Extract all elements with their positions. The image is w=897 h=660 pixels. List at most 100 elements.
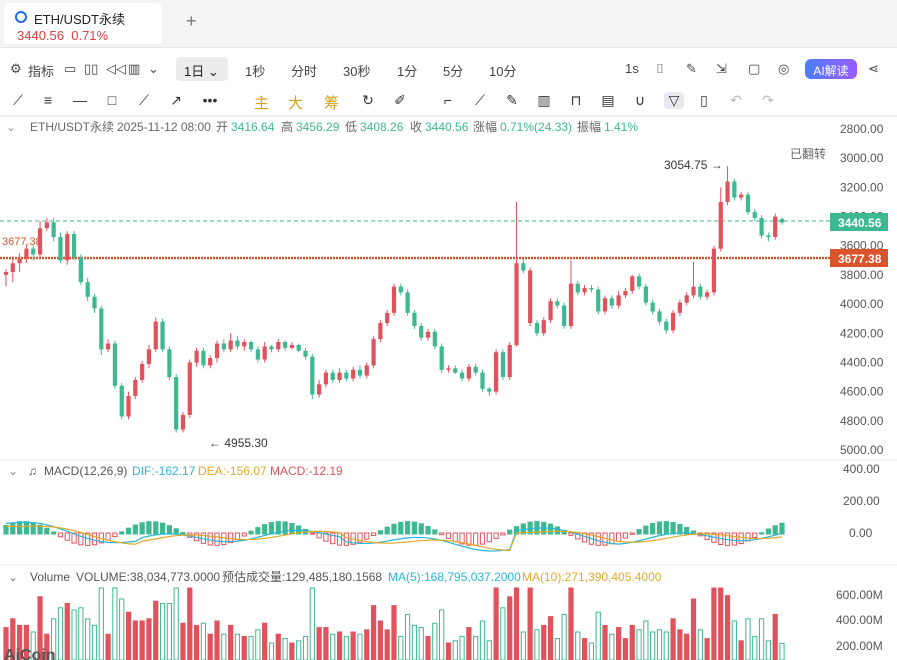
- volume-bar: [193, 624, 200, 660]
- add-tab-button[interactable]: +: [186, 11, 197, 32]
- volume-bar: [78, 607, 84, 660]
- note-icon[interactable]: ▤: [598, 92, 618, 109]
- kline-chart[interactable]: ⌄ ETH/USDT永续 2025-11-12 08:00 开 3416.64 …: [0, 117, 897, 660]
- info-low: 3408.26: [360, 120, 404, 134]
- macd-bar: [241, 532, 247, 537]
- macd-bar: [146, 521, 152, 535]
- anchor-icon[interactable]: ⌐: [438, 92, 458, 108]
- bell-icon[interactable]: ♫: [28, 464, 37, 478]
- ray-icon[interactable]: ⟋: [134, 92, 154, 109]
- candle-body: [548, 301, 553, 321]
- macd-bar: [758, 532, 765, 535]
- undo-icon[interactable]: ↶: [726, 92, 746, 109]
- chips-button[interactable]: 筹: [324, 92, 339, 113]
- arrow-line-icon[interactable]: ↗: [166, 92, 186, 109]
- interval-1s-short[interactable]: 1s: [625, 61, 639, 76]
- volume-bar: [745, 618, 751, 660]
- candles-icon[interactable]: ▥: [534, 92, 554, 109]
- hline-icon[interactable]: —: [70, 92, 90, 108]
- more-tools-icon[interactable]: •••: [200, 92, 220, 108]
- volume-bar: [602, 624, 608, 660]
- collapse-icon[interactable]: ⌄: [8, 464, 18, 478]
- indicator-icon[interactable]: ⚙: [10, 61, 22, 77]
- interval-1s[interactable]: 1秒: [245, 61, 265, 80]
- redo-icon[interactable]: ↷: [758, 92, 778, 109]
- candle-body: [24, 248, 29, 259]
- refresh-icon[interactable]: ↻: [358, 92, 378, 109]
- volume-bar: [207, 633, 213, 660]
- interval-5m[interactable]: 5分: [443, 61, 463, 80]
- fullscreen-icon[interactable]: ▢: [748, 61, 760, 77]
- candle-body: [105, 343, 111, 350]
- main-force-button[interactable]: 主: [254, 92, 269, 113]
- rect-icon[interactable]: □: [102, 92, 122, 108]
- volume-bar: [752, 635, 758, 660]
- volume-bar: [105, 633, 111, 660]
- export-icon[interactable]: ⇲: [716, 61, 727, 77]
- rewind-icon[interactable]: ◁◁: [106, 61, 126, 77]
- macd-bar: [10, 522, 16, 535]
- share-icon[interactable]: ⋖: [868, 61, 879, 77]
- volume-bar: [418, 627, 424, 660]
- bars-icon[interactable]: ▥: [128, 61, 140, 77]
- macd-bar: [207, 532, 213, 546]
- candle-body: [242, 342, 247, 347]
- volume-bar: [704, 638, 710, 660]
- candle-body: [575, 283, 580, 293]
- big-order-button[interactable]: 大: [288, 92, 303, 113]
- candle-body: [208, 358, 213, 366]
- candle-body: [65, 234, 70, 261]
- ruler-icon[interactable]: ⟋: [470, 92, 490, 109]
- brush-icon[interactable]: ✐: [390, 92, 410, 109]
- trend-line-icon[interactable]: ⟋: [8, 92, 28, 109]
- collapse-icon[interactable]: ⌄: [8, 570, 18, 584]
- settings-icon[interactable]: ◎: [778, 61, 789, 77]
- day-interval-select[interactable]: 1日 ⌄: [176, 57, 228, 81]
- collapse-icon[interactable]: ⌄: [6, 120, 16, 134]
- interval-timeshare[interactable]: 分时: [291, 61, 317, 80]
- ai-analysis-button[interactable]: AI解读: [805, 59, 857, 79]
- lock-icon[interactable]: ⊓: [566, 92, 586, 109]
- price-axis-tick: 4400.00: [840, 355, 884, 369]
- interval-1m[interactable]: 1分: [397, 61, 417, 80]
- candle-body: [44, 222, 49, 229]
- volume-bar: [316, 627, 322, 660]
- macd-bar: [289, 522, 295, 535]
- info-change-label: 涨幅: [473, 119, 497, 134]
- volume-bar: [330, 633, 336, 660]
- filter-icon[interactable]: ▽: [664, 92, 684, 109]
- trash-icon[interactable]: ▯: [694, 92, 714, 109]
- volume-bar: [85, 618, 91, 660]
- volume-bar: [670, 618, 676, 660]
- compare-icon[interactable]: ▯▯: [84, 61, 98, 77]
- layout-icon[interactable]: ▭: [64, 61, 76, 77]
- info-open-label: 开: [216, 120, 228, 134]
- interval-10m[interactable]: 10分: [489, 61, 516, 80]
- candle-body: [194, 350, 199, 363]
- macd-bar: [391, 523, 397, 535]
- magnet-icon[interactable]: ∪: [630, 92, 650, 109]
- hlines-icon[interactable]: ≡: [38, 92, 58, 108]
- candle-body: [214, 343, 220, 359]
- pen-icon[interactable]: ✎: [686, 61, 697, 77]
- indicators-button[interactable]: 指标: [28, 61, 54, 80]
- chevron-down-icon[interactable]: ⌄: [148, 61, 159, 77]
- macd-bar: [636, 529, 642, 535]
- volume-bar: [486, 640, 492, 660]
- macd-bar: [432, 529, 438, 535]
- macd-bar: [268, 522, 275, 535]
- candle-body: [698, 286, 703, 297]
- macd-bar: [23, 521, 30, 535]
- tab-eth-usdt[interactable]: ETH/USDT永续 3440.56 0.71%: [4, 3, 162, 44]
- candle-body: [779, 218, 785, 223]
- candle-body: [248, 342, 254, 350]
- macd-bar: [64, 532, 70, 541]
- macd-bar: [445, 532, 452, 539]
- camera-icon[interactable]: ⌷: [656, 61, 664, 77]
- candle-body: [616, 295, 621, 306]
- interval-30s[interactable]: 30秒: [343, 61, 370, 80]
- volume-bar: [758, 618, 765, 660]
- candle-body: [174, 377, 179, 430]
- marker-icon[interactable]: ✎: [502, 92, 522, 109]
- candle-body: [180, 414, 186, 430]
